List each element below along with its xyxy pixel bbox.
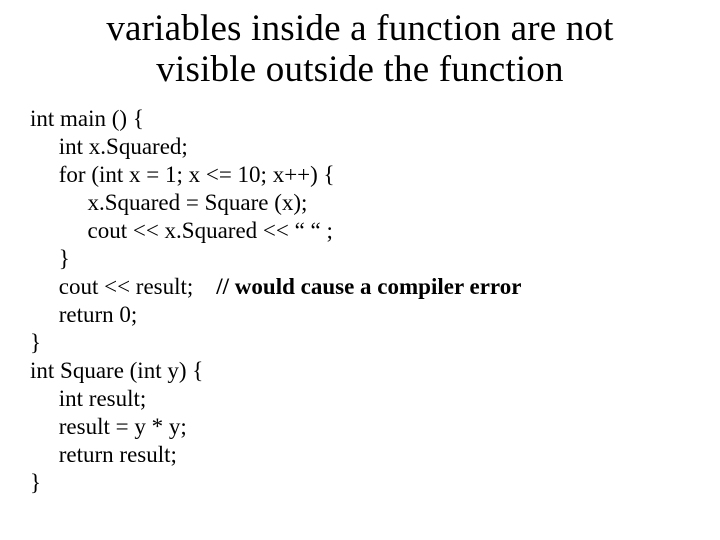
code-line: int main () { (30, 106, 144, 131)
slide: variables inside a function are not visi… (0, 0, 720, 540)
code-line: } (30, 330, 41, 355)
code-line: cout << x.Squared << “ “ ; (30, 218, 333, 243)
code-line: } (30, 246, 70, 271)
code-line: int Square (int y) { (30, 358, 203, 383)
slide-title: variables inside a function are not visi… (30, 8, 690, 91)
code-line: int x.Squared; (30, 134, 188, 159)
code-line: for (int x = 1; x <= 10; x++) { (30, 162, 335, 187)
code-line: x.Squared = Square (x); (30, 190, 307, 215)
title-line-2: visible outside the function (156, 49, 563, 90)
code-block: int main () { int x.Squared; for (int x … (30, 105, 690, 498)
code-line: int result; (30, 386, 146, 411)
code-comment: // would cause a compiler error (216, 274, 521, 299)
code-line: return 0; (30, 302, 137, 327)
code-line: cout << result; (30, 274, 216, 299)
code-line: result = y * y; (30, 414, 187, 439)
code-line: return result; (30, 442, 177, 467)
title-line-1: variables inside a function are not (106, 8, 613, 49)
code-line: } (30, 470, 41, 495)
